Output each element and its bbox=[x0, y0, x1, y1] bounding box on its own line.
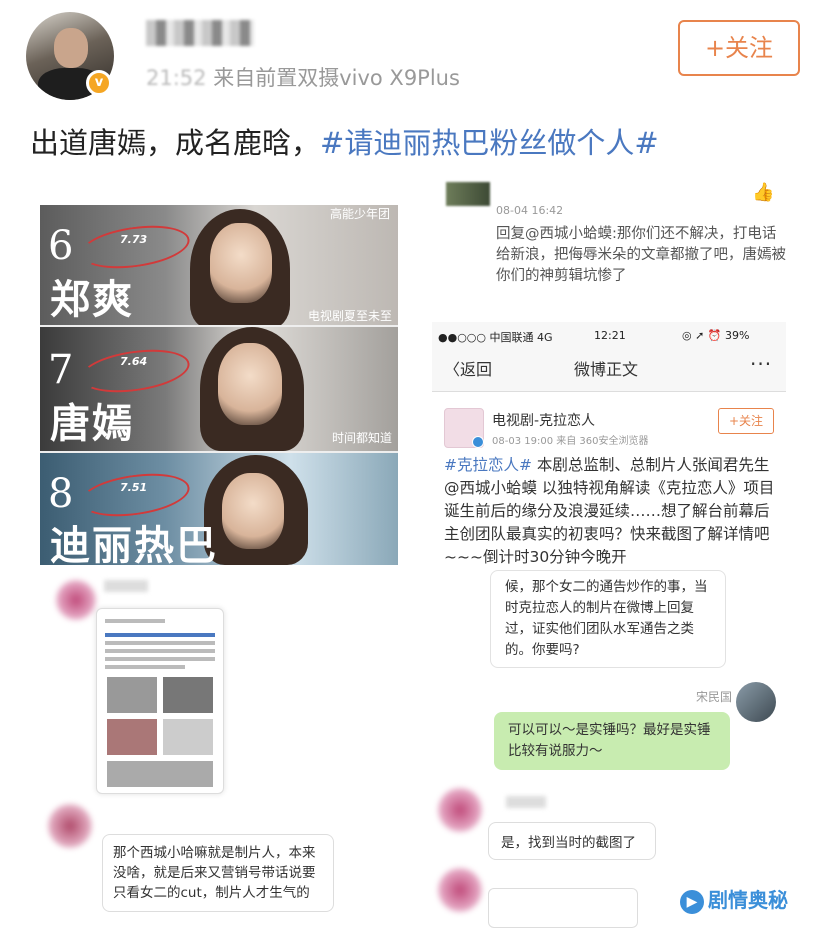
chat-avatar-blurred bbox=[48, 804, 92, 848]
watermark: ▶ 剧情奥秘 bbox=[680, 884, 788, 914]
chat-avatar-blurred bbox=[438, 868, 482, 912]
rank-number: 8 bbox=[48, 471, 74, 517]
status-bar: ●●○○○ 中国联通 4G 12:21 ◎ ➚ ⏰ 39% bbox=[432, 322, 786, 350]
rank-score: 7.51 bbox=[120, 481, 148, 494]
card-image bbox=[163, 677, 213, 713]
thumbs-up-icon: 👍 bbox=[752, 182, 775, 203]
rank-name: 迪丽热巴 bbox=[50, 522, 218, 565]
rank-caption: 电视剧夏至未至 bbox=[307, 309, 392, 323]
reply-text: 回复@西城小蛤蟆:那你们还不解决，打电话给新浪，把侮辱米朵的文章都撤了吧，唐嫣被… bbox=[496, 226, 786, 284]
rank-number: 6 bbox=[48, 223, 74, 269]
rank-caption: 时间都知道 bbox=[331, 431, 392, 445]
portrait-face bbox=[218, 343, 282, 425]
watermark-text: 剧情奥秘 bbox=[708, 888, 788, 912]
battery-text: ◎ ➚ ⏰ 39% bbox=[682, 329, 750, 342]
status-time: 12:21 bbox=[594, 329, 626, 342]
reply-date: 08-04 16:42 bbox=[496, 204, 564, 217]
card-image bbox=[107, 761, 213, 787]
account-meta: 08-03 19:00 来自 360安全浏览器 bbox=[492, 436, 649, 447]
rank-score: 7.64 bbox=[120, 355, 148, 368]
carrier-text: ●●○○○ 中国联通 4G bbox=[438, 331, 553, 344]
back-button[interactable]: 〈返回 bbox=[444, 356, 492, 380]
post-text-plain: 出道唐嫣，成名鹿晗， bbox=[30, 126, 321, 160]
shared-mini-card[interactable] bbox=[488, 888, 638, 928]
chat-bubble-received: 候，那个女二的通告炒作的事，当时克拉恋人的制片在微博上回复过，证实他们团队水军通… bbox=[490, 570, 726, 668]
avatar-face bbox=[54, 28, 88, 68]
card-line bbox=[105, 633, 215, 637]
rank-name: 唐嫣 bbox=[50, 400, 134, 447]
card-image bbox=[107, 719, 157, 755]
ranking-panel-6: 高能少年团 6 7.73 郑爽 电视剧夏至未至 bbox=[40, 205, 398, 325]
weibo-hashtag[interactable]: #克拉恋人# bbox=[444, 456, 532, 474]
card-line bbox=[105, 649, 215, 653]
verified-blue-icon bbox=[472, 436, 484, 448]
post-hashtag-link[interactable]: #请迪丽热巴粉丝做个人# bbox=[320, 126, 659, 160]
card-line bbox=[105, 657, 215, 661]
card-line bbox=[105, 619, 165, 623]
ranking-image[interactable]: 高能少年团 6 7.73 郑爽 电视剧夏至未至 7 7.64 唐嫣 时间都知道 … bbox=[40, 193, 398, 565]
rank-score: 7.73 bbox=[120, 233, 148, 246]
ranking-top-label: 高能少年团 bbox=[329, 207, 390, 221]
follow-button[interactable]: +关注 bbox=[678, 20, 800, 76]
account-name[interactable]: 电视剧-克拉恋人 bbox=[492, 410, 595, 430]
sender-name: 宋民国 bbox=[696, 690, 733, 704]
post-text: 出道唐嫣，成名鹿晗，#请迪丽热巴粉丝做个人# bbox=[30, 120, 659, 162]
reply-avatar-blurred bbox=[446, 182, 490, 206]
weibo-body: #克拉恋人# 本剧总监制、总制片人张闻君先生@西城小蛤蟆 以独特视角解读《克拉恋… bbox=[444, 454, 782, 569]
chat-avatar-blurred bbox=[56, 580, 96, 620]
verified-badge-icon: v bbox=[86, 70, 112, 96]
watermark-logo-icon: ▶ bbox=[680, 889, 704, 914]
chat-bubble-sent: 可以可以～是实锤吗？最好是实锤比较有说服力～ bbox=[494, 712, 730, 770]
post-source: 来自前置双摄vivo X9Plus bbox=[213, 66, 460, 90]
chat-avatar-blurred bbox=[438, 788, 482, 832]
card-image bbox=[163, 719, 213, 755]
ranking-panel-8: 8 7.51 迪丽热巴 bbox=[40, 453, 398, 565]
portrait-face bbox=[222, 473, 284, 549]
chat-name-blurred bbox=[104, 580, 148, 592]
author-name-blurred[interactable] bbox=[146, 20, 254, 46]
chat-bubble-left: 那个西城小哈嘛就是制片人，本来没啥，就是后来又营销号带话说要只看女二的cut，制… bbox=[102, 834, 334, 912]
ranking-panel-7: 7 7.64 唐嫣 时间都知道 bbox=[40, 327, 398, 451]
card-line bbox=[105, 641, 215, 645]
rank-name: 郑爽 bbox=[50, 276, 134, 323]
account-follow-button[interactable]: +关注 bbox=[718, 408, 774, 434]
post-time: 21:52 bbox=[146, 66, 207, 90]
post-meta: 21:52 来自前置双摄vivo X9Plus bbox=[146, 62, 460, 92]
nav-title: 微博正文 bbox=[574, 360, 639, 379]
card-image bbox=[107, 677, 157, 713]
sender-avatar bbox=[736, 682, 776, 722]
shared-screenshot-card[interactable] bbox=[96, 608, 224, 794]
portrait-face bbox=[210, 223, 272, 303]
more-icon[interactable]: ··· bbox=[750, 352, 772, 376]
chat-bubble-received: 是，找到当时的截图了 bbox=[488, 822, 656, 860]
chat-name-blurred bbox=[506, 796, 546, 808]
card-line bbox=[105, 665, 185, 669]
rank-number: 7 bbox=[48, 347, 74, 393]
ranking-top-strip bbox=[40, 193, 398, 205]
